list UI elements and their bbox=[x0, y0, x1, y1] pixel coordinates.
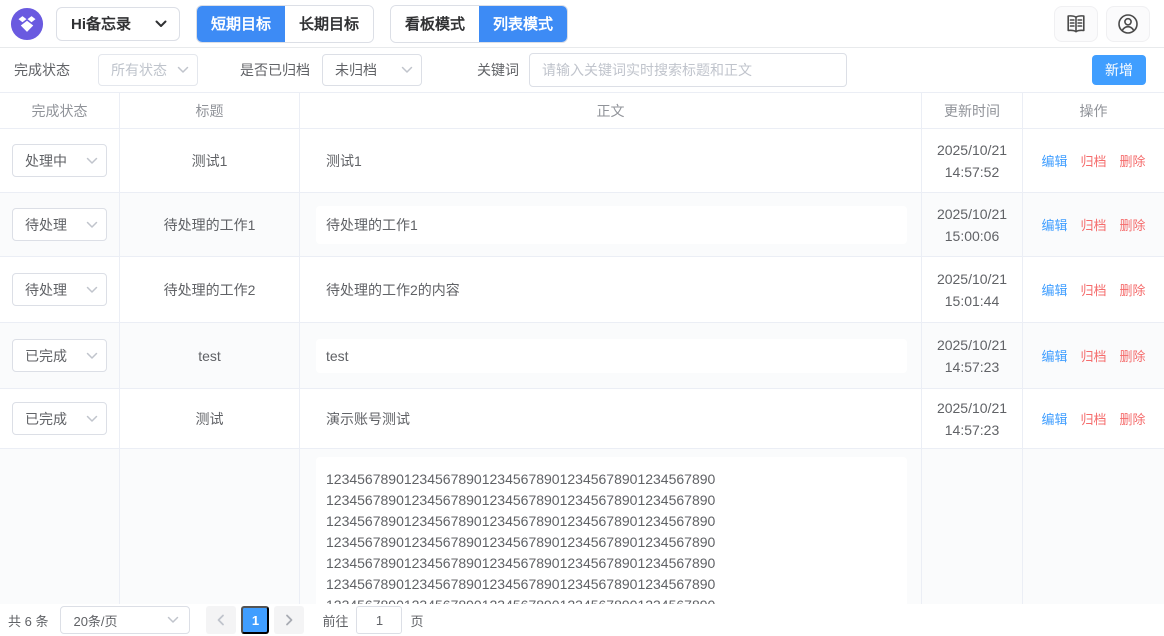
table-row: 已完成 测试 演示账号测试 2025/10/2114:57:23 编辑归档删除 bbox=[0, 389, 1164, 449]
table-row: 待处理 待处理的工作2 待处理的工作2的内容 2025/10/2115:01:4… bbox=[0, 257, 1164, 323]
workspace-select-value: Hi备忘录 bbox=[71, 13, 131, 34]
col-header-status: 完成状态 bbox=[0, 93, 120, 128]
chevron-left-icon bbox=[216, 614, 226, 626]
edit-link[interactable]: 编辑 bbox=[1041, 280, 1067, 299]
row-status-value: 待处理 bbox=[25, 280, 67, 300]
table-row: 处理中 测试1 测试1 2025/10/2114:57:52 编辑归档删除 bbox=[0, 129, 1164, 193]
row-status-select[interactable]: 待处理 bbox=[12, 273, 107, 306]
user-icon bbox=[1116, 12, 1140, 36]
goto-label: 前往 bbox=[322, 611, 348, 630]
archive-link[interactable]: 归档 bbox=[1080, 409, 1106, 428]
pagination-bar: 共 6 条 20条/页 1 前往 页 bbox=[0, 604, 1164, 636]
row-updated-time: 2025/10/2114:57:23 bbox=[922, 389, 1023, 448]
memo-table: 完成状态 标题 正文 更新时间 操作 处理中 测试1 测试1 2025/10/2… bbox=[0, 92, 1164, 636]
row-title: 测试1 bbox=[120, 129, 300, 192]
archive-link[interactable]: 归档 bbox=[1080, 280, 1106, 299]
archive-link[interactable]: 归档 bbox=[1080, 215, 1106, 234]
topbar-actions bbox=[1054, 6, 1150, 42]
chevron-down-icon bbox=[155, 20, 167, 28]
row-content: test bbox=[316, 339, 907, 373]
status-filter-value: 所有状态 bbox=[111, 60, 167, 80]
next-page-button[interactable] bbox=[274, 606, 304, 634]
app-window: Hi备忘录 短期目标 长期目标 看板模式 列表模式 完成状态 所有状态 是否已归… bbox=[0, 0, 1164, 636]
delete-link[interactable]: 删除 bbox=[1120, 346, 1146, 365]
chevron-down-icon bbox=[177, 66, 189, 74]
row-updated-time: 2025/10/2115:01:44 bbox=[922, 257, 1023, 322]
chevron-down-icon bbox=[401, 66, 413, 74]
row-updated-time: 2025/10/2114:57:52 bbox=[922, 129, 1023, 192]
filter-bar: 完成状态 所有状态 是否已归档 未归档 关键词 新增 bbox=[0, 48, 1164, 92]
chevron-right-icon bbox=[284, 614, 294, 626]
docs-button[interactable] bbox=[1054, 6, 1098, 42]
col-header-title: 标题 bbox=[120, 93, 300, 128]
add-button[interactable]: 新增 bbox=[1092, 55, 1146, 85]
page-suffix-label: 页 bbox=[410, 611, 423, 630]
row-content: 演示账号测试 bbox=[316, 400, 907, 438]
book-icon bbox=[1064, 12, 1088, 36]
page-size-select[interactable]: 20条/页 bbox=[60, 606, 190, 634]
workspace-select[interactable]: Hi备忘录 bbox=[56, 7, 180, 41]
chevron-down-icon bbox=[86, 286, 98, 294]
row-status-select[interactable]: 处理中 bbox=[12, 144, 107, 177]
status-filter-select[interactable]: 所有状态 bbox=[98, 54, 198, 86]
keyword-filter-label: 关键词 bbox=[477, 60, 519, 80]
account-button[interactable] bbox=[1106, 6, 1150, 42]
edit-link[interactable]: 编辑 bbox=[1041, 346, 1067, 365]
page-number-button[interactable]: 1 bbox=[241, 606, 269, 634]
delete-link[interactable]: 删除 bbox=[1120, 215, 1146, 234]
archive-link[interactable]: 归档 bbox=[1080, 346, 1106, 365]
goal-tab-group: 短期目标 长期目标 bbox=[196, 5, 374, 43]
row-status-select[interactable]: 待处理 bbox=[12, 208, 107, 241]
delete-link[interactable]: 删除 bbox=[1120, 151, 1146, 170]
row-status-select[interactable]: 已完成 bbox=[12, 339, 107, 372]
row-title: 待处理的工作1 bbox=[120, 193, 300, 256]
topbar: Hi备忘录 短期目标 长期目标 看板模式 列表模式 bbox=[0, 0, 1164, 48]
edit-link[interactable]: 编辑 bbox=[1041, 151, 1067, 170]
row-updated-time: 2025/10/2114:57:23 bbox=[922, 323, 1023, 388]
tab-long-term-goals[interactable]: 长期目标 bbox=[285, 6, 373, 42]
app-logo-icon bbox=[10, 7, 44, 41]
archive-filter-label: 是否已归档 bbox=[240, 60, 310, 80]
archive-filter-value: 未归档 bbox=[335, 60, 377, 80]
row-status-value: 处理中 bbox=[25, 151, 67, 171]
chevron-down-icon bbox=[86, 157, 98, 165]
tab-kanban-mode[interactable]: 看板模式 bbox=[391, 6, 479, 42]
col-header-content: 正文 bbox=[300, 93, 922, 128]
archive-link[interactable]: 归档 bbox=[1080, 151, 1106, 170]
row-content: 待处理的工作1 bbox=[316, 206, 907, 244]
delete-link[interactable]: 删除 bbox=[1120, 280, 1146, 299]
row-title: 测试 bbox=[120, 389, 300, 448]
goto-page-input[interactable] bbox=[356, 606, 402, 634]
row-content: 测试1 bbox=[316, 142, 907, 180]
keyword-search-input[interactable] bbox=[529, 53, 847, 87]
table-row: 待处理 待处理的工作1 待处理的工作1 2025/10/2115:00:06 编… bbox=[0, 193, 1164, 257]
row-title: 待处理的工作2 bbox=[120, 257, 300, 322]
row-updated-time: 2025/10/2115:00:06 bbox=[922, 193, 1023, 256]
col-header-updated: 更新时间 bbox=[922, 93, 1023, 128]
row-title: test bbox=[120, 323, 300, 388]
col-header-actions: 操作 bbox=[1023, 93, 1164, 128]
page-size-value: 20条/页 bbox=[73, 611, 117, 630]
status-filter-label: 完成状态 bbox=[14, 60, 70, 80]
row-status-value: 待处理 bbox=[25, 215, 67, 235]
prev-page-button[interactable] bbox=[206, 606, 236, 634]
row-status-value: 已完成 bbox=[25, 409, 67, 429]
edit-link[interactable]: 编辑 bbox=[1041, 215, 1067, 234]
total-count-label: 共 6 条 bbox=[8, 611, 48, 630]
delete-link[interactable]: 删除 bbox=[1120, 409, 1146, 428]
chevron-down-icon bbox=[167, 616, 179, 624]
table-header-row: 完成状态 标题 正文 更新时间 操作 bbox=[0, 92, 1164, 129]
row-status-value: 已完成 bbox=[25, 346, 67, 366]
mode-tab-group: 看板模式 列表模式 bbox=[390, 5, 568, 43]
row-status-select[interactable]: 已完成 bbox=[12, 402, 107, 435]
tab-short-term-goals[interactable]: 短期目标 bbox=[197, 6, 285, 42]
chevron-down-icon bbox=[86, 352, 98, 360]
chevron-down-icon bbox=[86, 415, 98, 423]
chevron-down-icon bbox=[86, 221, 98, 229]
row-content: 待处理的工作2的内容 bbox=[316, 271, 907, 309]
table-row: 已完成 test test 2025/10/2114:57:23 编辑归档删除 bbox=[0, 323, 1164, 389]
archive-filter-select[interactable]: 未归档 bbox=[322, 54, 422, 86]
tab-list-mode[interactable]: 列表模式 bbox=[479, 6, 567, 42]
edit-link[interactable]: 编辑 bbox=[1041, 409, 1067, 428]
